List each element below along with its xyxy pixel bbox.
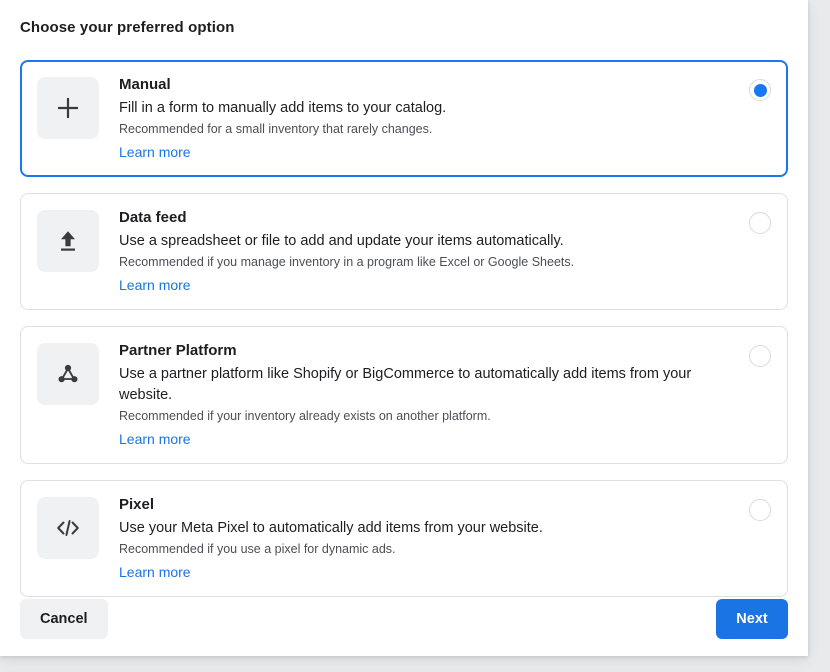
- option-recommendation: Recommended if you use a pixel for dynam…: [119, 540, 723, 558]
- options-list: Manual Fill in a form to manually add it…: [20, 60, 788, 613]
- option-description: Use your Meta Pixel to automatically add…: [119, 518, 723, 539]
- option-card-data-feed[interactable]: Data feed Use a spreadsheet or file to a…: [20, 193, 788, 310]
- upload-icon: [37, 210, 99, 272]
- learn-more-link[interactable]: Learn more: [119, 563, 191, 582]
- option-title: Manual: [119, 75, 723, 95]
- option-card-pixel[interactable]: Pixel Use your Meta Pixel to automatical…: [20, 480, 788, 597]
- network-nodes-icon: [37, 343, 99, 405]
- option-description: Fill in a form to manually add items to …: [119, 98, 723, 119]
- radio-button-manual[interactable]: [749, 79, 771, 101]
- radio-dot: [754, 504, 767, 517]
- cancel-button[interactable]: Cancel: [20, 599, 108, 639]
- next-button[interactable]: Next: [716, 599, 788, 639]
- option-recommendation: Recommended for a small inventory that r…: [119, 120, 723, 138]
- radio-button-pixel[interactable]: [749, 499, 771, 521]
- learn-more-link[interactable]: Learn more: [119, 143, 191, 162]
- dialog-footer: Cancel Next: [20, 598, 788, 640]
- option-recommendation: Recommended if you manage inventory in a…: [119, 253, 723, 271]
- option-recommendation: Recommended if your inventory already ex…: [119, 407, 723, 425]
- option-body-data-feed: Data feed Use a spreadsheet or file to a…: [119, 208, 771, 295]
- option-title: Pixel: [119, 495, 723, 515]
- plus-icon: [37, 77, 99, 139]
- page-title: Choose your preferred option: [20, 19, 234, 36]
- option-card-partner-platform[interactable]: Partner Platform Use a partner platform …: [20, 326, 788, 464]
- option-description: Use a partner platform like Shopify or B…: [119, 364, 723, 406]
- radio-button-data-feed[interactable]: [749, 212, 771, 234]
- option-title: Partner Platform: [119, 341, 723, 361]
- code-brackets-icon: [37, 497, 99, 559]
- radio-dot: [754, 217, 767, 230]
- option-card-manual[interactable]: Manual Fill in a form to manually add it…: [20, 60, 788, 177]
- radio-dot: [754, 350, 767, 363]
- learn-more-link[interactable]: Learn more: [119, 430, 191, 449]
- radio-dot: [754, 84, 767, 97]
- radio-button-partner-platform[interactable]: [749, 345, 771, 367]
- option-title: Data feed: [119, 208, 723, 228]
- learn-more-link[interactable]: Learn more: [119, 276, 191, 295]
- option-body-pixel: Pixel Use your Meta Pixel to automatical…: [119, 495, 771, 582]
- option-body-manual: Manual Fill in a form to manually add it…: [119, 75, 771, 162]
- option-body-partner-platform: Partner Platform Use a partner platform …: [119, 341, 771, 449]
- option-description: Use a spreadsheet or file to add and upd…: [119, 231, 723, 252]
- dialog-panel: Choose your preferred option Manual Fill…: [0, 0, 808, 656]
